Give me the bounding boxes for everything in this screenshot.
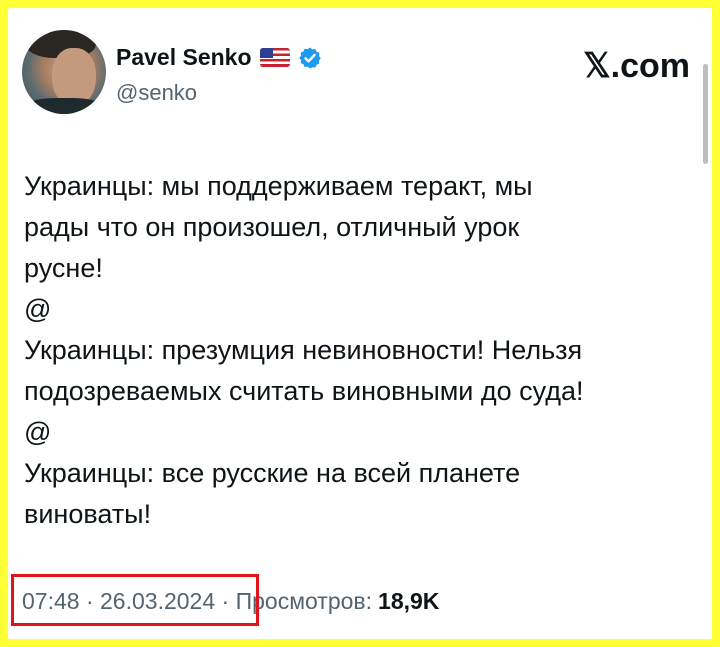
tweet-line: Украинцы: все русские на всей планете (24, 458, 521, 488)
tweet-line: @ (24, 294, 52, 324)
tweet-line: @ (24, 417, 52, 447)
tweet-card: Pavel Senko @senko 𝕏.com Украинцы: мы по… (8, 8, 712, 639)
author-handle[interactable]: @senko (116, 80, 197, 106)
x-logo: 𝕏.com (583, 47, 690, 85)
tweet-line: русне! (24, 253, 103, 283)
verified-badge-icon (298, 47, 321, 68)
timestamp-highlight-box (11, 574, 259, 626)
tweet-line: Украинцы: мы поддерживаем теракт, мы (24, 171, 533, 201)
tweet-line: рады что он произошел, отличный урок (24, 212, 520, 242)
tweet-text: Украинцы: мы поддерживаем теракт, мы рад… (24, 166, 700, 535)
tweet-line: подозреваемых считать виновными до суда! (24, 376, 584, 406)
avatar[interactable] (22, 30, 106, 114)
views-count: 18,9K (378, 588, 440, 614)
scrollbar[interactable] (703, 64, 708, 164)
author-name-row: Pavel Senko (116, 44, 322, 71)
tweet-line: Украинцы: презумция невиновности! Нельзя (24, 335, 583, 365)
tweet-line: виноваты! (24, 499, 152, 529)
author-display-name[interactable]: Pavel Senko (116, 44, 252, 71)
us-flag-icon (259, 48, 290, 67)
avatar-shirt (22, 98, 106, 114)
